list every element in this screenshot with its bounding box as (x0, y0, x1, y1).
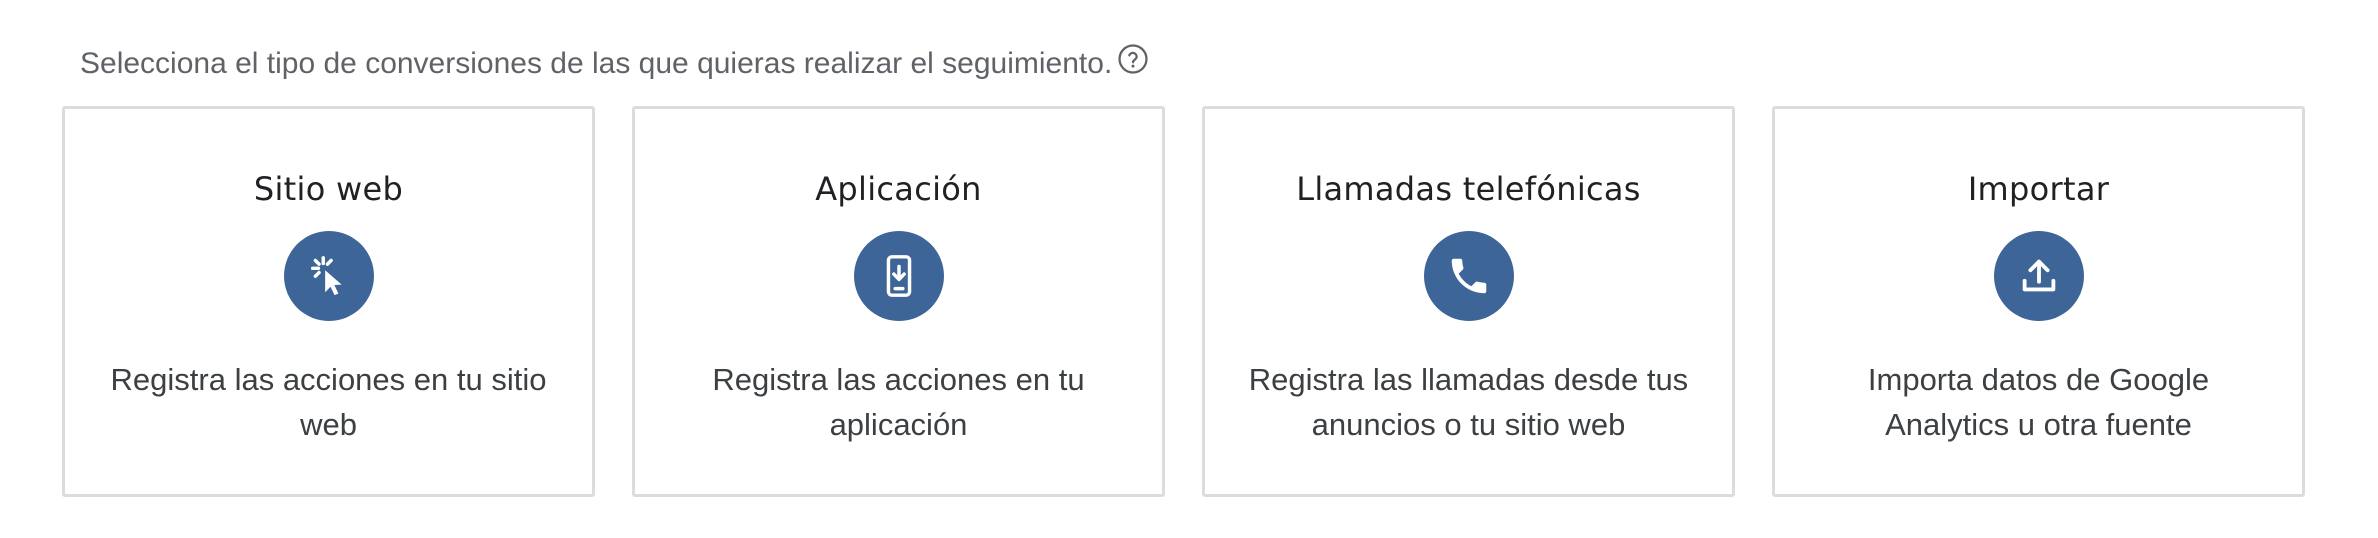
conversion-type-cards: Sitio web Registra las acciones en tu si… (62, 106, 2305, 497)
card-title: Aplicación (815, 170, 982, 208)
upload-icon (1993, 231, 2084, 321)
card-website[interactable]: Sitio web Registra las acciones en tu si… (62, 106, 595, 497)
card-title: Llamadas telefónicas (1296, 170, 1641, 208)
help-circle-icon[interactable] (1116, 42, 1150, 76)
card-phone-calls[interactable]: Llamadas telefónicas Registra las llamad… (1202, 106, 1735, 497)
conversion-type-prompt: Selecciona el tipo de conversiones de la… (80, 44, 1150, 84)
card-description: Registra las acciones en tu sitio web (110, 362, 547, 442)
card-title: Importar (1967, 170, 2110, 208)
prompt-text: Selecciona el tipo de conversiones de la… (80, 47, 1113, 80)
card-app[interactable]: Aplicación Registra las acciones en tu a… (632, 106, 1165, 497)
card-description: Registra las acciones en tu aplicación (712, 362, 1085, 442)
card-import[interactable]: Importar Importa datos de Google Analyti… (1772, 106, 2305, 497)
cursor-click-icon (283, 231, 374, 321)
phone-call-icon (1423, 231, 1514, 321)
card-description: Registra las llamadas desde tus anuncios… (1248, 362, 1689, 442)
phone-download-icon (853, 231, 944, 321)
card-description: Importa datos de Google Analytics u otra… (1867, 362, 2210, 442)
card-title: Sitio web (253, 170, 404, 208)
